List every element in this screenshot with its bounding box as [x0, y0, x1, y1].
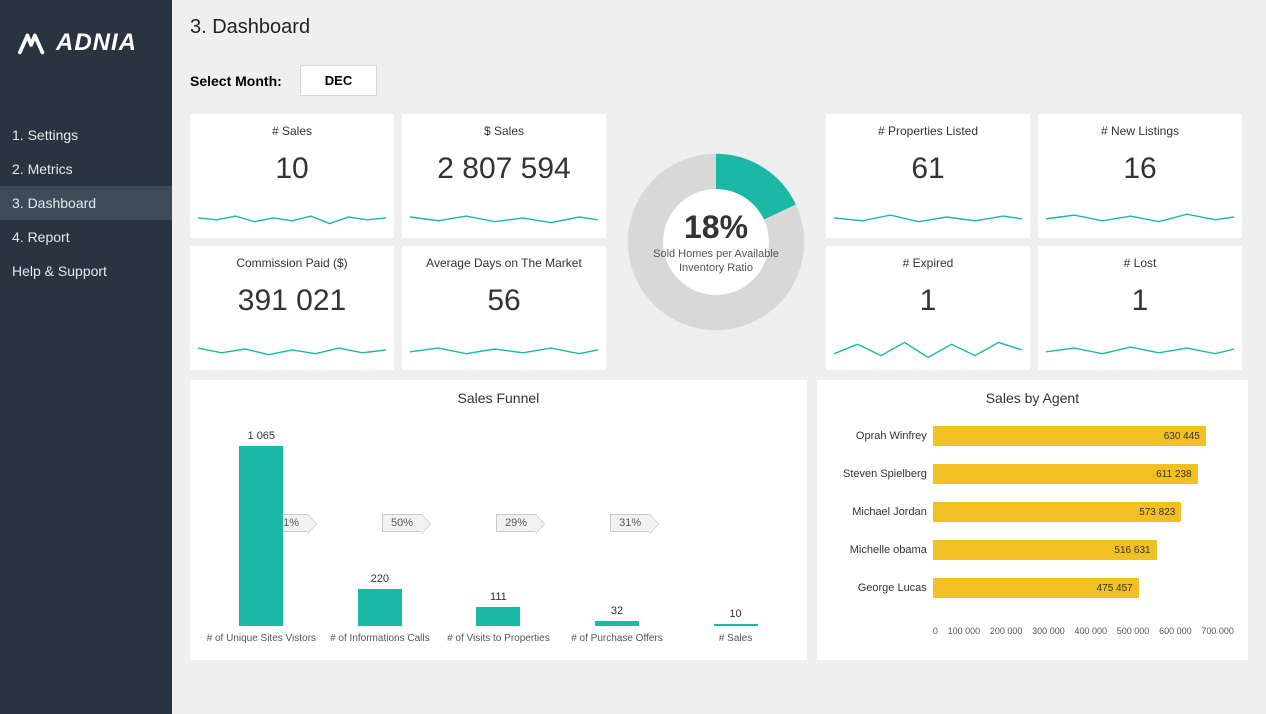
agent-row: George Lucas 475 457 [829, 578, 1236, 598]
funnel-bar: 10 [681, 608, 791, 626]
agent-row: Steven Spielberg 611 238 [829, 464, 1236, 484]
axis-tick: 100 000 [948, 626, 981, 636]
x-label: # of Unique Sites Vistors [202, 633, 321, 644]
agent-name: Michael Jordan [829, 506, 927, 518]
sparkline-icon [198, 334, 386, 364]
kpi-value: 16 [1123, 152, 1156, 186]
funnel-bars: 1 065 220 111 32 10 [202, 431, 795, 626]
donut-label: Sold Homes per Available Inventory Ratio [651, 248, 781, 274]
bar-value: 10 [729, 608, 741, 620]
sparkline-icon [1046, 334, 1234, 364]
bar-value: 1 065 [248, 430, 276, 442]
agent-row: Michael Jordan 573 823 [829, 502, 1236, 522]
kpi-sales-dollar: $ Sales 2 807 594 [402, 114, 606, 238]
kpi-title: # Properties Listed [878, 124, 978, 138]
logo: ADNIA [0, 0, 172, 88]
axis-tick: 600 000 [1159, 626, 1192, 636]
sparkline-icon [198, 202, 386, 232]
kpi-avg-days: Average Days on The Market 56 [402, 246, 606, 370]
agent-bar: 630 445 [933, 426, 1206, 446]
axis-tick: 700 000 [1201, 626, 1234, 636]
kpi-value: 391 021 [238, 284, 346, 318]
nav-item-report[interactable]: 4. Report [0, 220, 172, 254]
funnel-bar: 1 065 [206, 430, 316, 626]
axis-tick: 300 000 [1032, 626, 1065, 636]
agent-bar: 573 823 [933, 502, 1182, 522]
x-label: # of Visits to Properties [439, 633, 558, 644]
sparkline-icon [1046, 202, 1234, 232]
kpi-title: Commission Paid ($) [236, 256, 347, 270]
kpi-title: Average Days on The Market [426, 256, 582, 270]
kpi-lost: # Lost 1 [1038, 246, 1242, 370]
funnel-bar: 32 [562, 605, 672, 626]
sparkline-icon [834, 334, 1022, 364]
x-label: # of Purchase Offers [558, 633, 677, 644]
kpi-new-listings: # New Listings 16 [1038, 114, 1242, 238]
agent-name: George Lucas [829, 582, 927, 594]
bar-value: 220 [371, 573, 389, 585]
nav-item-settings[interactable]: 1. Settings [0, 118, 172, 152]
agent-name: Oprah Winfrey [829, 430, 927, 442]
main: 3. Dashboard Select Month: DEC # Sales 1… [172, 0, 1266, 714]
kpi-grid: # Sales 10 Commission Paid ($) 391 021 $… [190, 114, 1248, 370]
axis-tick: 400 000 [1074, 626, 1107, 636]
charts-row: Sales Funnel 21%50%29%31% 1 065220111321… [190, 380, 1248, 660]
nav-item-dashboard[interactable]: 3. Dashboard [0, 186, 172, 220]
kpi-title: $ Sales [484, 124, 524, 138]
kpi-value: 1 [920, 284, 937, 318]
kpi-title: # Lost [1124, 256, 1157, 270]
agent-bar: 516 631 [933, 540, 1157, 560]
agent-row: Michelle obama 516 631 [829, 540, 1236, 560]
logo-icon [18, 28, 48, 58]
sales-by-agent-panel: Sales by Agent Oprah Winfrey 630 445 Steve… [817, 380, 1248, 660]
month-label: Select Month: [190, 73, 282, 89]
kpi-value: 1 [1132, 284, 1149, 318]
agent-name: Steven Spielberg [829, 468, 927, 480]
axis-tick: 0 [933, 626, 938, 636]
kpi-value: 61 [911, 152, 944, 186]
agent-bar: 475 457 [933, 578, 1139, 598]
kpi-title: # Expired [903, 256, 954, 270]
x-label: # Sales [676, 633, 795, 644]
nav-item-help[interactable]: Help & Support [0, 254, 172, 288]
kpi-value: 10 [275, 152, 308, 186]
bar-value: 32 [611, 605, 623, 617]
agent-name: Michelle obama [829, 544, 927, 556]
sparkline-icon [410, 202, 598, 232]
kpi-properties-listed: # Properties Listed 61 [826, 114, 1030, 238]
axis-tick: 500 000 [1117, 626, 1150, 636]
kpi-title: # New Listings [1101, 124, 1179, 138]
agent-rows: Oprah Winfrey 630 445 Steven Spielberg 611 … [829, 426, 1236, 598]
funnel-bar: 111 [443, 591, 553, 626]
kpi-title: # Sales [272, 124, 312, 138]
kpi-value: 56 [487, 284, 520, 318]
month-select[interactable]: DEC [300, 65, 377, 96]
funnel-bar: 220 [325, 573, 435, 626]
panel-title: Sales Funnel [202, 390, 795, 406]
bar-value: 111 [490, 591, 507, 603]
axis-tick: 200 000 [990, 626, 1023, 636]
kpi-sales-count: # Sales 10 [190, 114, 394, 238]
panel-title: Sales by Agent [829, 390, 1236, 406]
page-title: 3. Dashboard [190, 16, 1248, 39]
x-label: # of Informations Calls [321, 633, 440, 644]
sparkline-icon [834, 202, 1022, 232]
sales-funnel-panel: Sales Funnel 21%50%29%31% 1 065220111321… [190, 380, 807, 660]
agent-x-axis: 0 100 000 200 000 300 000 400 000 500 000 600 … [933, 626, 1234, 636]
kpi-value: 2 807 594 [437, 152, 570, 186]
brand-text: ADNIA [56, 29, 137, 57]
agent-row: Oprah Winfrey 630 445 [829, 426, 1236, 446]
nav: 1. Settings 2. Metrics 3. Dashboard 4. R… [0, 118, 172, 288]
sidebar: ADNIA 1. Settings 2. Metrics 3. Dashboar… [0, 0, 172, 714]
donut-percent: 18% [684, 209, 748, 246]
funnel-x-labels: # of Unique Sites Vistors# of Informatio… [202, 633, 795, 644]
kpi-expired: # Expired 1 [826, 246, 1030, 370]
agent-bar: 611 238 [933, 464, 1198, 484]
nav-item-metrics[interactable]: 2. Metrics [0, 152, 172, 186]
sparkline-icon [410, 334, 598, 364]
donut-chart: 18% Sold Homes per Available Inventory R… [614, 114, 818, 370]
month-row: Select Month: DEC [190, 65, 1248, 96]
kpi-commission: Commission Paid ($) 391 021 [190, 246, 394, 370]
